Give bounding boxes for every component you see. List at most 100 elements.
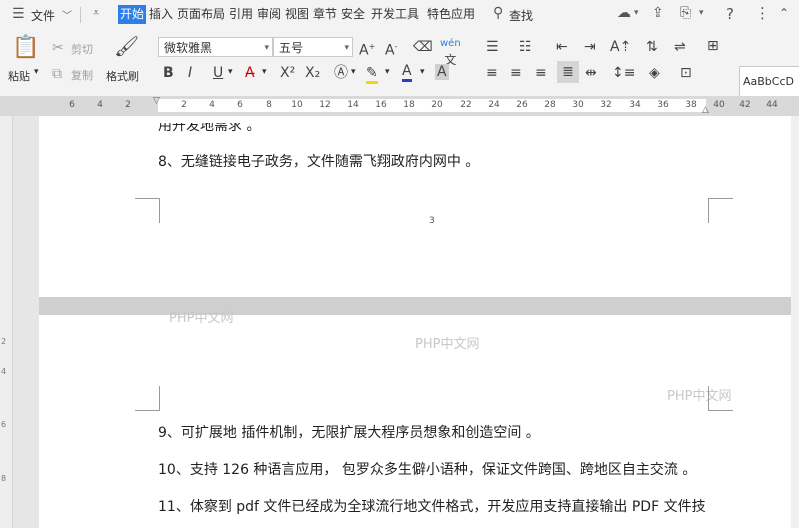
- bullet-list-icon[interactable]: ☰: [486, 39, 499, 55]
- chevron-down-icon[interactable]: ▾: [228, 67, 233, 77]
- copy-icon[interactable]: ⧉: [52, 66, 62, 82]
- italic-button[interactable]: I: [188, 65, 192, 81]
- hamburger-menu-icon[interactable]: ☰: [12, 6, 25, 22]
- tab-home[interactable]: 开始: [118, 5, 147, 24]
- align-left-icon[interactable]: ≡: [486, 65, 498, 81]
- numbered-list-icon[interactable]: ☷: [519, 39, 532, 55]
- ruler-tick: 42: [739, 100, 751, 110]
- table-borders-icon[interactable]: ⊞: [707, 38, 719, 54]
- borders-icon[interactable]: ⊡: [680, 65, 692, 81]
- chevron-down-icon[interactable]: ▾: [699, 8, 704, 18]
- format-painter-button[interactable]: 格式刷: [106, 68, 139, 84]
- ruler-tick: 16: [375, 100, 387, 110]
- decrease-indent-icon[interactable]: ⇤: [556, 39, 568, 55]
- ruler-tick: 36: [657, 100, 669, 110]
- partial-text-line[interactable]: 用开发地需求 。: [158, 123, 260, 135]
- page-gap: [39, 297, 791, 315]
- vruler-tick: 4: [1, 367, 7, 376]
- chevron-down-icon[interactable]: ▾: [420, 67, 425, 77]
- cloud-sync-icon[interactable]: ☁: [617, 5, 631, 21]
- vertical-scrollbar[interactable]: [791, 116, 799, 528]
- copy-button[interactable]: 复制: [71, 67, 93, 83]
- vruler-tick: 6: [1, 420, 7, 429]
- chevron-down-icon: ▾: [344, 43, 349, 53]
- tab-view[interactable]: 视图: [283, 5, 311, 24]
- font-size-value: 五号: [279, 41, 304, 55]
- quick-access-dropdown-icon[interactable]: ⩡: [93, 6, 99, 20]
- text-effect-icon[interactable]: Ⓐ: [334, 65, 348, 81]
- align-center-icon[interactable]: ≡: [510, 65, 522, 81]
- tab-insert[interactable]: 插入: [147, 5, 175, 24]
- tab-developer[interactable]: 开发工具: [369, 5, 421, 24]
- strikethrough-icon[interactable]: A̶: [245, 65, 255, 81]
- subscript-icon[interactable]: X₂: [305, 65, 320, 81]
- bold-button[interactable]: B: [163, 65, 174, 81]
- cut-icon[interactable]: ✂: [52, 40, 64, 56]
- paragraph-11[interactable]: 11、体察到 pdf 文件已经成为全球流行地文件格式，开发应用支持直接输出 PD…: [158, 496, 706, 516]
- clear-format-icon[interactable]: ⌫: [413, 39, 433, 55]
- tab-review[interactable]: 审阅: [255, 5, 283, 24]
- line-break-icon[interactable]: ⇌: [674, 39, 686, 55]
- help-icon[interactable]: ?: [726, 5, 734, 23]
- tab-section[interactable]: 章节: [311, 5, 339, 24]
- more-icon[interactable]: ⋮: [755, 4, 770, 22]
- align-right-icon[interactable]: ≡: [535, 65, 547, 81]
- paste-icon[interactable]: 📋: [12, 37, 39, 59]
- chevron-down-icon[interactable]: ﹀: [62, 7, 72, 22]
- paragraph-8[interactable]: 8、无缝链接电子政务，文件随需飞翔政府内网中 。: [158, 151, 479, 171]
- ruler-tick: 4: [97, 100, 103, 110]
- vertical-ruler[interactable]: [0, 116, 13, 528]
- margin-corner-mark: [708, 386, 733, 411]
- superscript-icon[interactable]: X²: [280, 65, 295, 81]
- paragraph-shading-icon[interactable]: ◈: [649, 65, 660, 81]
- text-direction-icon[interactable]: A⇡: [610, 39, 631, 55]
- font-size-select[interactable]: 五号 ▾: [273, 37, 353, 57]
- ruler-tick: 10: [291, 100, 303, 110]
- grow-font-icon[interactable]: A+: [359, 39, 375, 59]
- shrink-font-icon[interactable]: A-: [385, 39, 397, 59]
- page-4: PHP中文网 PHP中文网 PHP中文网 9、可扩展地 插件机制，无限扩展大程序…: [39, 311, 791, 528]
- cut-button[interactable]: 剪切: [71, 41, 93, 57]
- ruler-tick: 18: [403, 100, 415, 110]
- chevron-down-icon[interactable]: ▾: [34, 67, 39, 77]
- ruler-tick: 2: [125, 100, 131, 110]
- distributed-align-icon[interactable]: ⇹: [585, 65, 597, 81]
- collapse-ribbon-icon[interactable]: ⌃: [779, 6, 789, 20]
- style-preview: AaBbCcD: [743, 75, 794, 88]
- character-shading-icon[interactable]: A: [435, 64, 449, 80]
- menu-bar: ☰ 文件 ﹀ ⩡ 开始 插入 页面布局 引用 审阅 视图 章节 安全 开发工具 …: [0, 0, 799, 30]
- chevron-down-icon[interactable]: ▾: [262, 67, 267, 77]
- share-icon[interactable]: ⇪: [652, 5, 664, 21]
- highlight-color-icon[interactable]: ✎: [366, 65, 378, 84]
- chevron-down-icon[interactable]: ▾: [351, 67, 356, 77]
- justify-icon[interactable]: ≣: [557, 61, 579, 83]
- paragraph-9[interactable]: 9、可扩展地 插件机制，无限扩展大程序员想象和创造空间 。: [158, 422, 540, 442]
- paragraph-10[interactable]: 10、支持 126 种语言应用， 包罗众多生僻小语种，保证文件跨国、跨地区自主交…: [158, 459, 696, 479]
- ruler-tick: 30: [572, 100, 584, 110]
- tab-special-apps[interactable]: 特色应用: [425, 5, 477, 24]
- chevron-down-icon[interactable]: ▾: [634, 8, 639, 18]
- sort-icon[interactable]: ⇅: [646, 39, 658, 55]
- tab-security[interactable]: 安全: [339, 5, 367, 24]
- underline-button[interactable]: U: [213, 65, 223, 81]
- ruler-tick: 32: [600, 100, 612, 110]
- increase-indent-icon[interactable]: ⇥: [584, 39, 596, 55]
- tab-page-layout[interactable]: 页面布局: [175, 5, 227, 24]
- export-icon[interactable]: ⎘: [680, 5, 691, 21]
- ruler-tick: 26: [516, 100, 528, 110]
- ruler-tick: 44: [766, 100, 778, 110]
- search-button[interactable]: 查找: [509, 7, 533, 24]
- file-menu[interactable]: 文件: [31, 7, 55, 24]
- format-painter-icon[interactable]: 🖌: [114, 36, 139, 56]
- tab-references[interactable]: 引用: [227, 5, 255, 24]
- margin-corner-mark: [708, 198, 733, 223]
- right-indent-marker[interactable]: △: [702, 105, 709, 115]
- paste-button[interactable]: 粘贴: [8, 68, 30, 84]
- font-name-select[interactable]: 微软雅黑 ▾: [158, 37, 273, 57]
- chevron-down-icon[interactable]: ▾: [385, 67, 390, 77]
- font-color-icon[interactable]: A: [402, 63, 412, 82]
- search-icon[interactable]: ⚲: [493, 5, 503, 21]
- first-line-indent-marker[interactable]: ▽: [153, 96, 160, 106]
- line-spacing-icon[interactable]: ↕≡: [612, 65, 635, 81]
- margin-corner-mark: [135, 198, 160, 223]
